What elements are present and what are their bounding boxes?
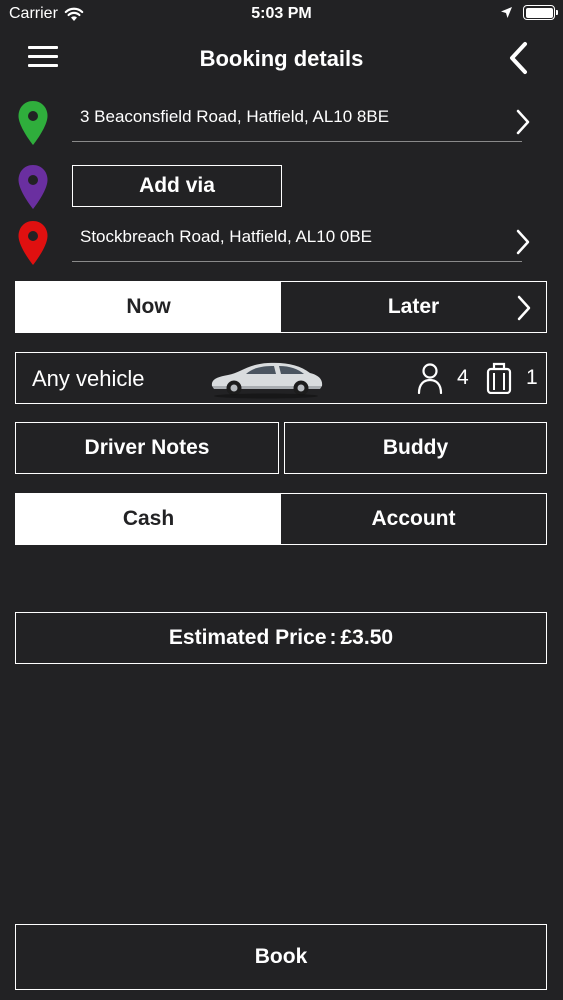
status-right: [500, 5, 558, 20]
account-tab[interactable]: Account: [281, 494, 546, 544]
luggage-icon: [486, 362, 512, 394]
pickup-address: 3 Beaconsfield Road, Hatfield, AL10 8BE: [80, 107, 390, 126]
now-tab[interactable]: Now: [16, 282, 281, 332]
passenger-icon: [417, 363, 443, 394]
chevron-right-icon: [516, 229, 530, 255]
book-button[interactable]: Book: [15, 924, 547, 990]
dropoff-pin-icon: [18, 221, 48, 265]
battery-icon: [523, 5, 558, 20]
cash-tab[interactable]: Cash: [16, 494, 281, 544]
status-bar: Carrier 5:03 PM: [0, 0, 563, 30]
vehicle-label: Any vehicle: [32, 366, 145, 391]
passenger-count: 4: [457, 366, 469, 389]
dropoff-row[interactable]: Stockbreach Road, Hatfield, AL10 0BE: [0, 216, 563, 276]
dropoff-underline: [72, 261, 522, 262]
payment-segmented-control: Cash Account: [15, 493, 547, 545]
chevron-right-icon: [516, 109, 530, 135]
timing-segmented-control: Now Later: [15, 281, 547, 333]
vehicle-selector[interactable]: Any vehicle 4 1: [15, 352, 547, 404]
extras-row: Driver Notes Buddy: [15, 422, 547, 474]
price-separator: :: [329, 626, 337, 649]
price-value: £3.50: [340, 626, 394, 649]
estimated-price: Estimated Price : £3.50: [15, 612, 547, 664]
booking-screen: Carrier 5:03 PM Booking details 3 Beacon…: [0, 0, 563, 1000]
later-label: Later: [387, 295, 440, 318]
car-icon: [211, 362, 323, 399]
location-arrow-icon: [501, 7, 512, 18]
driver-notes-button[interactable]: Driver Notes: [15, 422, 279, 474]
pickup-underline: [72, 141, 522, 142]
dropoff-address: Stockbreach Road, Hatfield, AL10 0BE: [80, 227, 373, 246]
status-time: 5:03 PM: [251, 5, 312, 22]
chevron-right-icon: [517, 295, 531, 321]
via-pin-icon: [18, 165, 48, 209]
page-title: Booking details: [199, 46, 364, 71]
pickup-pin-icon: [18, 101, 48, 145]
price-label: Estimated Price: [168, 626, 327, 649]
later-tab[interactable]: Later: [281, 282, 546, 332]
luggage-count: 1: [526, 366, 538, 389]
nav-bar: Booking details: [0, 30, 563, 86]
buddy-button[interactable]: Buddy: [284, 422, 547, 474]
pickup-row[interactable]: 3 Beaconsfield Road, Hatfield, AL10 8BE: [0, 96, 563, 156]
back-chevron-icon[interactable]: [505, 40, 533, 76]
add-via-button[interactable]: Add via: [72, 165, 282, 207]
